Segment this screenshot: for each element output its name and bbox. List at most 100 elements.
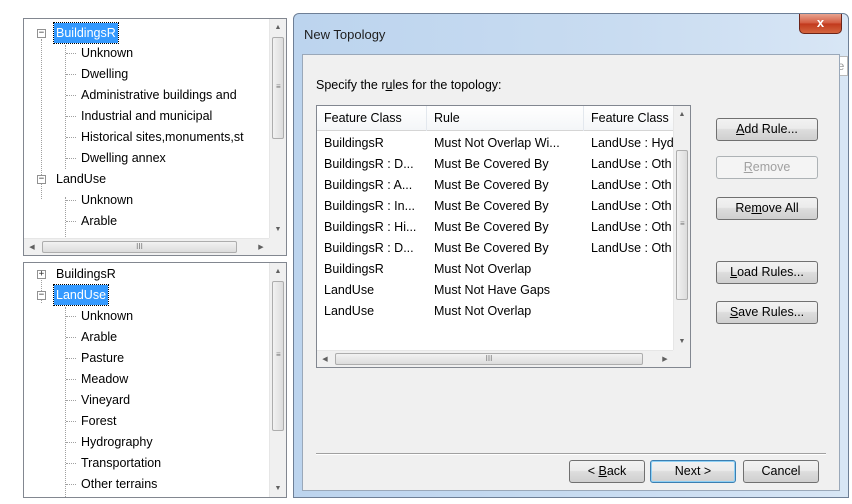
table-cell: BuildingsR : In...: [324, 199, 416, 213]
tree-node-label: LandUse: [56, 172, 107, 186]
tree-connector: [66, 358, 76, 359]
cancel-button[interactable]: Cancel: [743, 460, 819, 483]
grip-icon: ≡: [276, 350, 281, 359]
tree-node-label: Unknown: [81, 309, 134, 323]
load-rules-button[interactable]: Load Rules...: [716, 261, 818, 284]
tree-node-label: Meadow: [81, 372, 129, 386]
close-button[interactable]: x: [799, 14, 842, 34]
table-cell: LandUse : Oth: [591, 220, 672, 234]
scrollbar-thumb[interactable]: ≡: [272, 281, 284, 431]
remove-all-button[interactable]: Remove All: [716, 197, 818, 220]
save-rules-button[interactable]: Save Rules...: [716, 301, 818, 324]
table-row[interactable]: BuildingsR : D... Must Be Covered By Lan…: [317, 154, 675, 175]
tree-connector: [65, 307, 66, 497]
scroll-up-icon[interactable]: ▲: [674, 106, 690, 123]
table-row[interactable]: BuildingsR : A... Must Be Covered By Lan…: [317, 175, 675, 196]
tree-connector: [66, 400, 76, 401]
scroll-down-icon[interactable]: ▼: [270, 480, 286, 497]
table-cell: Must Not Overlap Wi...: [434, 136, 560, 150]
rules-vertical-scrollbar[interactable]: ▲ ≡ ▼: [673, 106, 690, 350]
tree-node-label: Arable: [81, 214, 118, 228]
expand-icon[interactable]: +: [37, 270, 46, 279]
bottom-tree-content: + BuildingsR − LandUse Unknown Arable Pa…: [24, 263, 269, 497]
rules-horizontal-scrollbar[interactable]: ◀ III ▶: [317, 350, 673, 367]
table-cell: LandUse : Oth: [591, 157, 672, 171]
tree-node-label: BuildingsR: [53, 22, 119, 44]
column-header-rule[interactable]: Rule: [427, 106, 584, 131]
table-row[interactable]: BuildingsR : Hi... Must Be Covered By La…: [317, 217, 675, 238]
table-cell: BuildingsR: [324, 262, 384, 276]
scrollbar-thumb[interactable]: ≡: [676, 150, 688, 300]
tree-node-label: Unknown: [81, 46, 134, 60]
table-row[interactable]: LandUse Must Not Overlap: [317, 301, 675, 322]
back-button[interactable]: < Back: [569, 460, 645, 483]
top-feature-tree[interactable]: − BuildingsR Unknown Dwelling Administra…: [23, 18, 287, 256]
table-cell: LandUse : Oth: [591, 241, 672, 255]
table-row[interactable]: BuildingsR : D... Must Be Covered By Lan…: [317, 238, 675, 259]
tree-node-buildingsr[interactable]: − BuildingsR: [24, 22, 264, 44]
table-cell: BuildingsR : D...: [324, 241, 414, 255]
tree-connector: [66, 137, 76, 138]
table-row[interactable]: LandUse Must Not Have Gaps: [317, 280, 675, 301]
collapse-icon[interactable]: −: [37, 175, 46, 184]
table-cell: LandUse : Hyd: [591, 136, 674, 150]
scrollbar-thumb[interactable]: III: [335, 353, 643, 365]
table-cell: Must Be Covered By: [434, 220, 549, 234]
bottom-tree-vertical-scrollbar[interactable]: ▲ ≡ ▼: [269, 263, 286, 497]
grip-icon: ≡: [276, 82, 281, 91]
table-cell: BuildingsR : A...: [324, 178, 413, 192]
close-icon: x: [816, 15, 825, 30]
table-row[interactable]: BuildingsR Must Not Overlap Wi... LandUs…: [317, 133, 675, 154]
tree-connector: [66, 379, 76, 380]
dialog-title: New Topology: [304, 27, 386, 42]
table-cell: LandUse : Oth: [591, 199, 672, 213]
tree-node-label: Hydrography: [81, 435, 153, 449]
tree-connector: [66, 53, 76, 54]
table-cell: Must Not Overlap: [434, 262, 532, 276]
tree-node-label: Unknown: [81, 193, 134, 207]
scroll-right-icon[interactable]: ▶: [253, 239, 269, 255]
rules-list-view[interactable]: Feature Class Rule Feature Class Buildin…: [316, 105, 691, 368]
scroll-right-icon[interactable]: ▶: [657, 351, 673, 367]
scroll-up-icon[interactable]: ▲: [270, 263, 286, 280]
tree-connector: [66, 421, 76, 422]
tree-connector: [65, 45, 66, 169]
scrollbar-thumb[interactable]: ≡: [272, 37, 284, 139]
add-rule-button[interactable]: Add Rule...: [716, 118, 818, 141]
scroll-left-icon[interactable]: ◀: [317, 351, 333, 367]
table-row[interactable]: BuildingsR : In... Must Be Covered By La…: [317, 196, 675, 217]
table-cell: Must Be Covered By: [434, 241, 549, 255]
column-header-feature-class-2[interactable]: Feature Class: [584, 106, 675, 131]
tree-connector: [66, 463, 76, 464]
tree-connector: [66, 116, 76, 117]
top-tree-horizontal-scrollbar[interactable]: ◀ III ▶: [24, 238, 269, 255]
scroll-down-icon[interactable]: ▼: [270, 221, 286, 238]
table-cell: BuildingsR : D...: [324, 157, 414, 171]
tree-connector: [66, 74, 76, 75]
next-button[interactable]: Next >: [650, 460, 736, 483]
instruction-text: Specify the rules for the topology:: [316, 78, 502, 92]
tree-node-label: Pasture: [81, 351, 125, 365]
scroll-up-icon[interactable]: ▲: [270, 19, 286, 36]
footer-separator: [316, 453, 826, 455]
list-header: Feature Class Rule Feature Class: [317, 106, 675, 131]
tree-node-label: Arable: [81, 330, 118, 344]
tree-connector: [66, 158, 76, 159]
top-tree-vertical-scrollbar[interactable]: ▲ ≡ ▼: [269, 19, 286, 238]
scroll-down-icon[interactable]: ▼: [674, 333, 690, 350]
dialog-titlebar[interactable]: New Topology x Close: [294, 14, 848, 76]
tree-node-label: Dwelling: [81, 67, 129, 81]
column-header-feature-class[interactable]: Feature Class: [317, 106, 427, 131]
remove-button[interactable]: Remove: [716, 156, 818, 179]
tree-node-label: Vineyard: [81, 393, 131, 407]
tree-connector: [66, 442, 76, 443]
top-tree-content: − BuildingsR Unknown Dwelling Administra…: [24, 19, 269, 238]
scrollbar-thumb[interactable]: III: [42, 241, 237, 253]
scroll-left-icon[interactable]: ◀: [24, 239, 40, 255]
tree-node-label: Forest: [81, 414, 117, 428]
new-topology-dialog: New Topology x Close Specify the rules f…: [293, 13, 849, 498]
collapse-icon[interactable]: −: [37, 29, 46, 38]
collapse-icon[interactable]: −: [37, 291, 46, 300]
bottom-feature-tree[interactable]: + BuildingsR − LandUse Unknown Arable Pa…: [23, 262, 287, 498]
table-row[interactable]: BuildingsR Must Not Overlap: [317, 259, 675, 280]
